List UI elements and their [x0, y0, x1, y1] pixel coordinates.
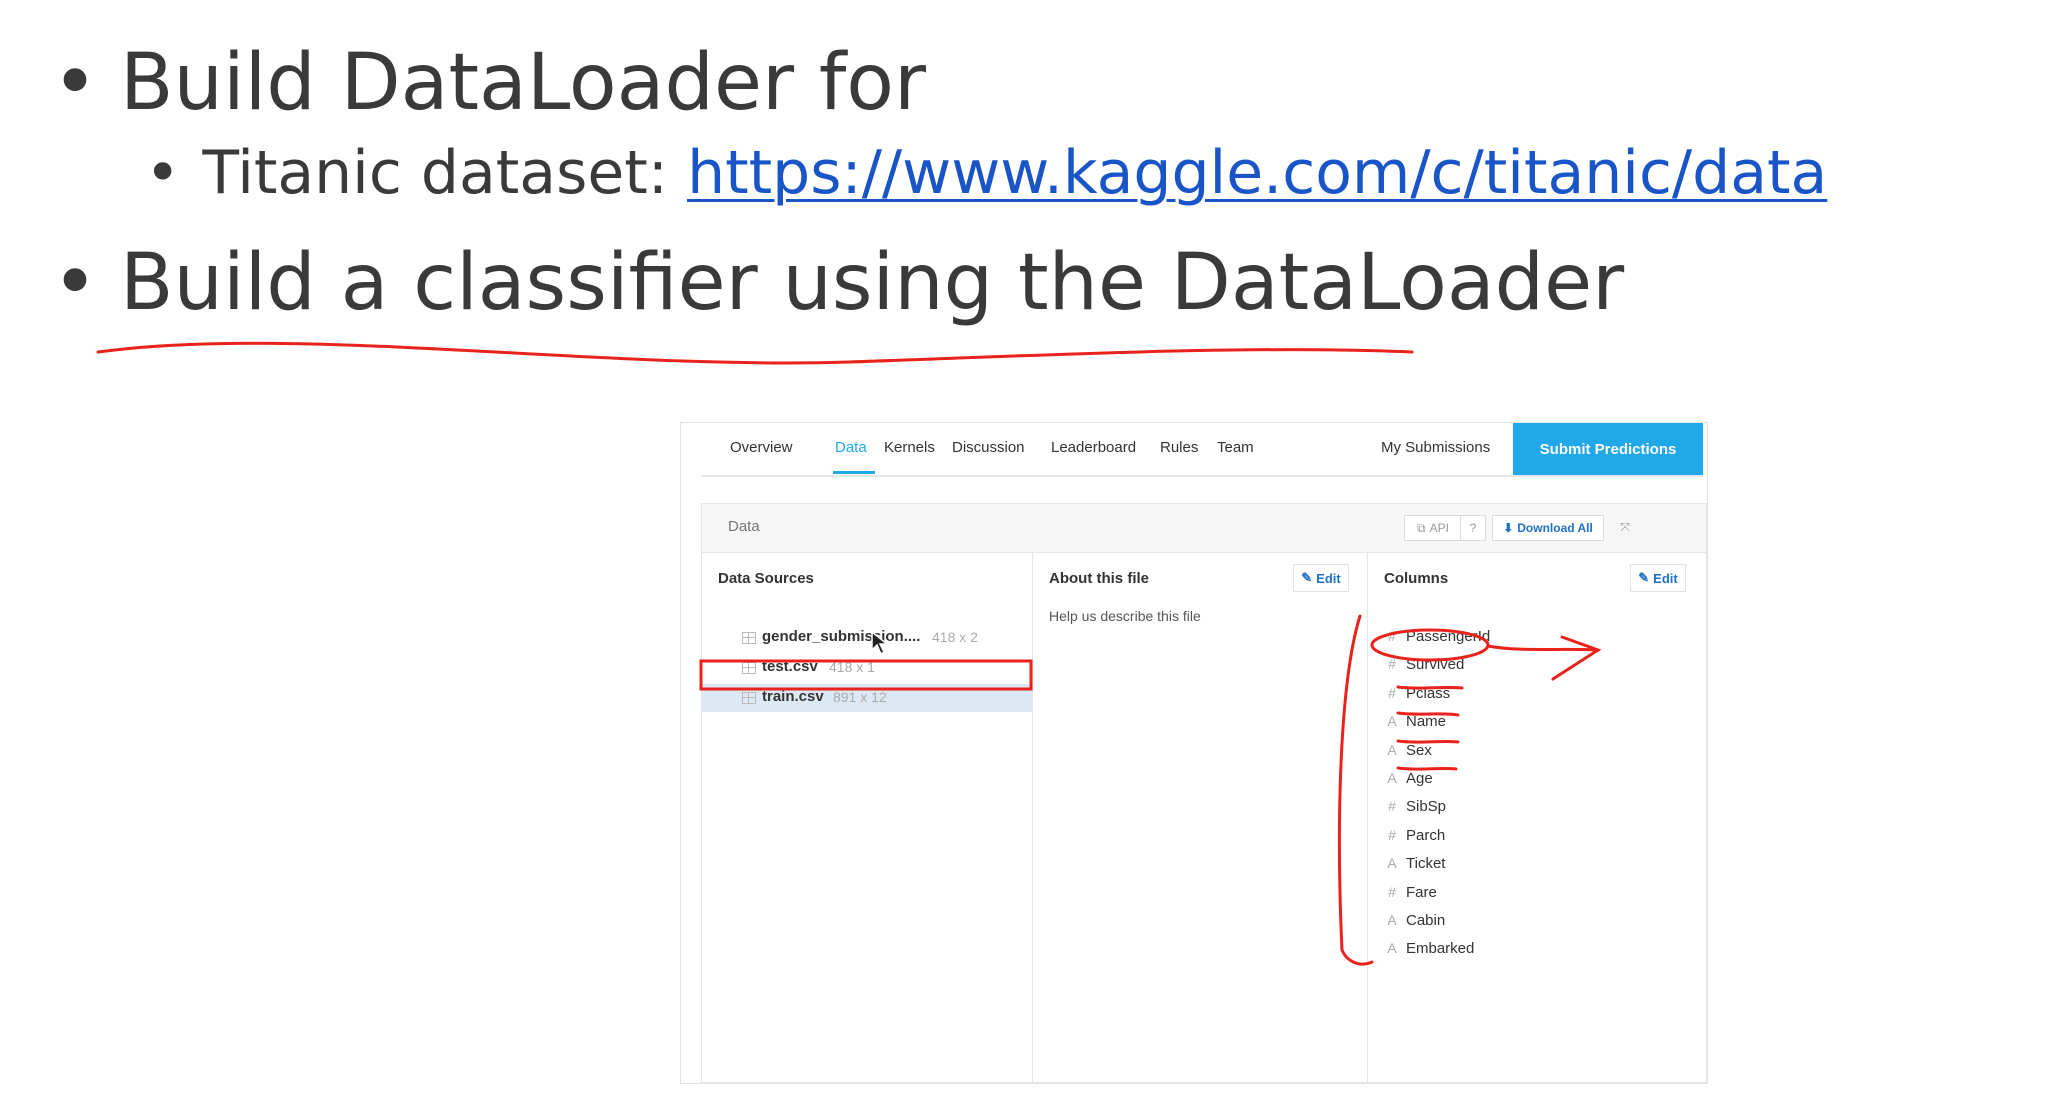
dataset-link[interactable]: https://www.kaggle.com/c/titanic/data: [687, 138, 1827, 208]
column-name: Age: [1406, 770, 1433, 787]
bullet-build-dataloader: • Build DataLoader for: [52, 38, 926, 128]
numeric-type-icon: #: [1388, 628, 1396, 644]
tab-rules[interactable]: Rules: [1160, 439, 1198, 456]
bullet-build-classifier: • Build a classifier using the DataLoader: [52, 238, 1624, 328]
bullet-marker: •: [52, 38, 99, 128]
column-name: Survived: [1406, 656, 1465, 674]
edit-label: Edit: [1316, 570, 1341, 586]
about-file-column: About this file ✎ Edit Help us describe …: [1033, 552, 1368, 1082]
help-button[interactable]: ?: [1460, 515, 1486, 541]
numeric-type-icon: #: [1388, 684, 1396, 701]
text-type-icon: A: [1387, 940, 1397, 957]
active-tab-indicator: [833, 471, 875, 474]
bullet-prefix: Titanic dataset:: [202, 138, 688, 208]
file-gender-submission[interactable]: gender_submission.... 418 x 2: [702, 624, 1032, 652]
numeric-type-icon: #: [1388, 656, 1396, 673]
download-all-button[interactable]: ⬇ Download All: [1492, 515, 1604, 541]
tab-data[interactable]: Data: [835, 439, 867, 456]
column-name: Ticket: [1406, 855, 1446, 873]
text-type-icon: A: [1387, 741, 1397, 758]
table-icon: [742, 662, 756, 674]
my-submissions-link[interactable]: My Submissions: [1381, 439, 1490, 456]
columns-title: Columns: [1384, 570, 1449, 587]
pencil-icon: ✎: [1301, 570, 1313, 585]
file-description: Help us describe this file: [1049, 608, 1201, 624]
file-size: 418 x 2: [932, 629, 978, 645]
tab-leaderboard[interactable]: Leaderboard: [1051, 439, 1136, 456]
bullet-marker: •: [52, 238, 99, 328]
text-type-icon: A: [1387, 855, 1397, 872]
numeric-type-icon: #: [1388, 883, 1396, 900]
bullet-marker: •: [145, 138, 181, 208]
data-sources-column: Data Sources gender_submission.... 418 x…: [702, 552, 1033, 1082]
file-size: 418 x 1: [829, 659, 875, 675]
table-icon: [742, 692, 756, 704]
data-sources-title: Data Sources: [718, 570, 814, 587]
text-type-icon: A: [1387, 770, 1397, 786]
bullet-text: Build DataLoader for: [120, 38, 927, 128]
table-icon: [742, 632, 756, 644]
submit-predictions-button[interactable]: Submit Predictions: [1513, 423, 1703, 475]
file-name: test.csv: [762, 658, 818, 675]
data-panel-title: Data: [728, 518, 760, 535]
columns-edit-button[interactable]: ✎ Edit: [1630, 564, 1686, 592]
column-name: Fare: [1406, 883, 1437, 901]
tab-discussion[interactable]: Discussion: [952, 439, 1025, 456]
download-all-label: Download All: [1517, 521, 1593, 535]
tab-overview[interactable]: Overview: [730, 439, 793, 456]
columns-column: Columns ✎ Edit # PassengerId # Survived # Pcl…: [1368, 552, 1706, 1082]
tab-kernels[interactable]: Kernels: [884, 439, 935, 456]
api-label: API: [1429, 521, 1449, 535]
column-name: Cabin: [1406, 912, 1446, 929]
file-name: gender_submission....: [762, 628, 921, 645]
column-name: Name: [1406, 713, 1447, 731]
underline-stroke: [96, 341, 1414, 365]
file-train-csv[interactable]: train.csv 891 x 12: [702, 684, 1032, 712]
file-name: train.csv: [762, 688, 824, 705]
text-type-icon: A: [1387, 912, 1397, 928]
column-name: Parch: [1406, 826, 1446, 844]
column-name: SibSp: [1406, 798, 1447, 816]
copy-icon: ⧉: [1417, 520, 1426, 535]
data-panel-header: Data ⧉ API ? ⬇ Download All ⤧: [702, 504, 1706, 553]
edit-label: Edit: [1653, 570, 1678, 586]
kaggle-screenshot: Overview Data Kernels Discussion Leaderb…: [680, 422, 1708, 1084]
column-name: Pclass: [1406, 684, 1451, 702]
about-file-title: About this file: [1049, 570, 1149, 587]
column-name: Sex: [1406, 741, 1432, 759]
data-panel: Data ⧉ API ? ⬇ Download All ⤧ Data Sourc…: [701, 503, 1707, 1083]
about-edit-button[interactable]: ✎ Edit: [1293, 564, 1349, 592]
bullet-text: Build a classifier using the DataLoader: [120, 238, 1625, 328]
column-name: PassengerId: [1406, 628, 1491, 645]
mouse-cursor-icon: [871, 630, 890, 656]
tab-team[interactable]: Team: [1217, 439, 1254, 456]
kaggle-nav: Overview Data Kernels Discussion Leaderb…: [701, 423, 1703, 477]
pencil-icon: ✎: [1638, 570, 1650, 585]
column-name: Embarked: [1406, 940, 1475, 958]
bullet-titanic-dataset: • Titanic dataset: https://www.kaggle.com…: [145, 138, 1827, 208]
numeric-type-icon: #: [1388, 826, 1396, 843]
numeric-type-icon: #: [1388, 798, 1396, 815]
expand-icon[interactable]: ⤧: [1612, 515, 1638, 539]
file-test-csv[interactable]: test.csv 418 x 1: [702, 654, 1032, 682]
download-icon: ⬇: [1503, 521, 1514, 535]
api-button[interactable]: ⧉ API: [1404, 515, 1462, 541]
file-size: 891 x 12: [833, 689, 887, 705]
text-type-icon: A: [1387, 713, 1397, 730]
slide: • Build DataLoader for • Titanic dataset: …: [0, 0, 2060, 1095]
